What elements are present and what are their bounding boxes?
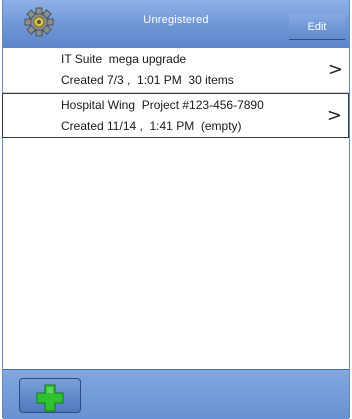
plus-icon	[36, 384, 64, 412]
settings-button[interactable]	[22, 5, 56, 39]
project-row[interactable]: Hospital Wing Project #123-456-7890 Crea…	[2, 93, 349, 138]
add-project-button[interactable]	[19, 378, 81, 413]
project-details: Created 11/14 , 1:41 PM (empty)	[61, 119, 242, 133]
top-toolbar: Unregistered Edit	[3, 0, 349, 49]
project-name: IT Suite mega upgrade	[61, 52, 187, 66]
edit-button[interactable]: Edit	[289, 14, 345, 40]
project-name: Hospital Wing Project #123-456-7890	[61, 98, 264, 112]
chevron-right-icon: >	[327, 59, 343, 80]
app-window: Unregistered Edit IT Suite mega upgrade …	[2, 0, 350, 419]
bottom-toolbar	[3, 369, 349, 419]
gear-icon	[24, 7, 54, 37]
project-row[interactable]: IT Suite mega upgrade Created 7/3 , 1:01…	[3, 48, 349, 93]
app-title: Unregistered	[143, 14, 209, 26]
project-list: IT Suite mega upgrade Created 7/3 , 1:01…	[2, 48, 349, 138]
project-details: Created 7/3 , 1:01 PM 30 items	[61, 73, 234, 87]
chevron-right-icon: >	[326, 105, 342, 126]
